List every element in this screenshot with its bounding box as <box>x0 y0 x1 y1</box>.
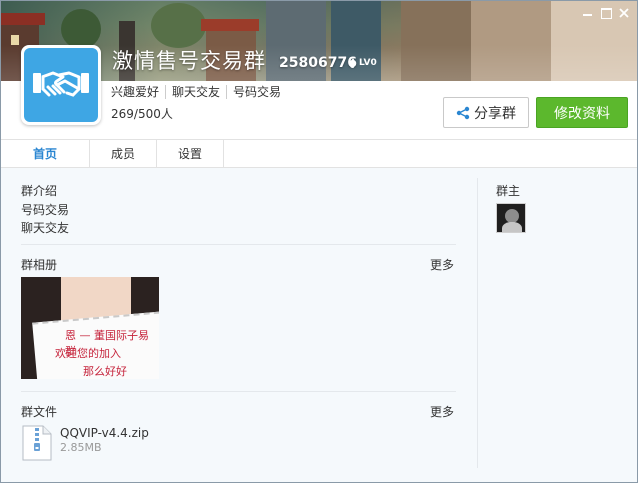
group-level-badge: LV0 <box>349 58 377 68</box>
owner-title: 群主 <box>496 184 521 198</box>
flame-icon <box>350 58 356 68</box>
album-title: 群相册 <box>21 258 58 272</box>
group-avatar[interactable] <box>21 45 101 125</box>
tag-item: 号码交易 <box>226 85 287 99</box>
zip-file-icon[interactable] <box>21 425 53 461</box>
share-label: 分享群 <box>474 105 516 122</box>
tab-bar: 首页 成员 设置 <box>1 139 637 168</box>
tab-settings[interactable]: 设置 <box>157 140 224 168</box>
member-count: 269/500人 <box>111 107 173 121</box>
tag-item: 兴趣爱好 <box>111 85 160 99</box>
file-name[interactable]: QQVIP-v4.4.zip <box>60 426 149 440</box>
column-divider <box>477 178 478 468</box>
divider <box>21 244 456 245</box>
photo-handwriting: 那么好好 <box>83 365 127 378</box>
group-name: 激情售号交易群 <box>112 49 266 73</box>
intro-title: 群介绍 <box>21 184 58 198</box>
group-number: 25806776 <box>279 55 357 71</box>
files-title: 群文件 <box>21 405 58 419</box>
tab-home[interactable]: 首页 <box>1 140 90 168</box>
intro-line: 聊天交友 <box>21 221 70 235</box>
photo-handwriting: 欢迎您的加入 <box>55 347 121 360</box>
edit-profile-button[interactable]: 修改资料 <box>536 97 628 128</box>
group-profile-window: 激情售号交易群 25806776 LV0 兴趣爱好 聊天交友 号码交易 269/… <box>0 0 638 483</box>
tab-members[interactable]: 成员 <box>90 140 157 168</box>
level-label: LV0 <box>359 58 377 68</box>
file-size: 2.85MB <box>60 441 102 454</box>
share-group-button[interactable]: 分享群 <box>443 97 529 128</box>
group-tags: 兴趣爱好 聊天交友 号码交易 <box>111 85 287 99</box>
close-button[interactable] <box>613 5 635 21</box>
close-icon <box>619 8 629 18</box>
share-icon <box>456 106 470 119</box>
handshake-icon <box>33 71 89 97</box>
divider <box>21 391 456 392</box>
files-more-link[interactable]: 更多 <box>430 403 454 420</box>
intro-line: 号码交易 <box>21 203 70 217</box>
home-content: 群介绍 号码交易 聊天交友 群相册 更多 恩 — 董国际子易群 欢迎您的加入 那… <box>1 168 637 482</box>
album-more-link[interactable]: 更多 <box>430 256 454 273</box>
tag-item: 聊天交友 <box>165 85 226 99</box>
owner-avatar[interactable] <box>496 203 526 233</box>
album-photo[interactable]: 恩 — 董国际子易群 欢迎您的加入 那么好好 <box>21 277 159 379</box>
